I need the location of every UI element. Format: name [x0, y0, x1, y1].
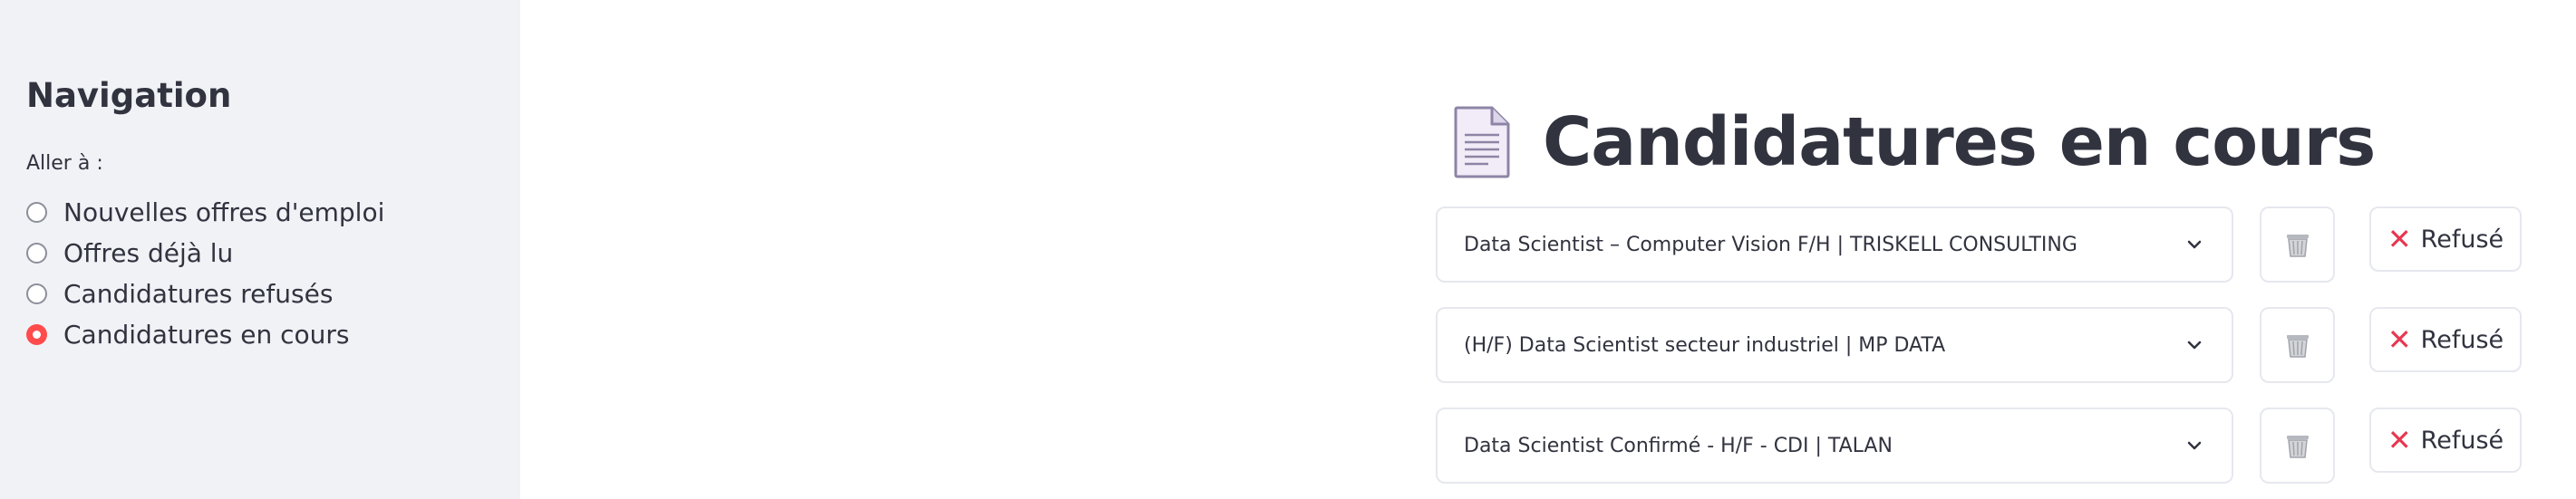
wastebasket-icon — [2286, 235, 2309, 257]
sidebar: Navigation Aller à : Nouvelles offres d'… — [0, 0, 520, 499]
refuse-button[interactable]: ✕ Refusé — [2369, 206, 2522, 272]
application-row: Data Scientist – Computer Vision F/H | T… — [1436, 206, 2567, 283]
delete-button[interactable] — [2260, 307, 2335, 383]
application-row: Data Scientist Confirmé - H/F - CDI | TA… — [1436, 408, 2567, 484]
radio-circle-selected-icon[interactable] — [26, 324, 47, 345]
radio-option-nouvelles-offres[interactable]: Nouvelles offres d'emploi — [26, 192, 384, 233]
refuse-button-label: Refusé — [2420, 325, 2504, 354]
radio-circle-icon[interactable] — [26, 283, 47, 304]
wastebasket-icon — [2286, 436, 2309, 458]
radio-option-label: Offres déjà lu — [63, 238, 234, 268]
radio-group-label: Aller à : — [26, 152, 103, 175]
chevron-down-icon — [2187, 240, 2202, 249]
cross-mark-icon: ✕ — [2387, 423, 2412, 457]
sidebar-title: Navigation — [26, 76, 232, 115]
radio-option-label: Candidatures refusés — [63, 279, 334, 309]
radio-option-offres-deja-lu[interactable]: Offres déjà lu — [26, 233, 384, 273]
refuse-button[interactable]: ✕ Refusé — [2369, 307, 2522, 372]
radio-option-label: Nouvelles offres d'emploi — [63, 197, 385, 227]
refuse-button-label: Refusé — [2420, 426, 2504, 455]
applications-list: Data Scientist – Computer Vision F/H | T… — [1436, 206, 2567, 499]
chevron-down-icon — [2187, 341, 2202, 350]
cross-mark-icon: ✕ — [2387, 222, 2412, 256]
application-expander[interactable]: Data Scientist – Computer Vision F/H | T… — [1436, 206, 2233, 283]
delete-button[interactable] — [2260, 206, 2335, 283]
refuse-button[interactable]: ✕ Refusé — [2369, 408, 2522, 473]
application-title: Data Scientist – Computer Vision F/H | T… — [1464, 233, 2077, 256]
page-facing-up-icon — [1454, 106, 1510, 178]
wastebasket-icon — [2286, 335, 2309, 358]
application-title: Data Scientist Confirmé - H/F - CDI | TA… — [1464, 434, 1893, 457]
application-row: (H/F) Data Scientist secteur industriel … — [1436, 307, 2567, 383]
page-header: Candidatures en cours — [1454, 101, 2376, 183]
cross-mark-icon: ✕ — [2387, 322, 2412, 357]
radio-option-candidatures-refuses[interactable]: Candidatures refusés — [26, 273, 384, 314]
application-title: (H/F) Data Scientist secteur industriel … — [1464, 333, 1946, 357]
radio-circle-icon[interactable] — [26, 202, 47, 223]
application-expander[interactable]: Data Scientist Confirmé - H/F - CDI | TA… — [1436, 408, 2233, 484]
delete-button[interactable] — [2260, 408, 2335, 484]
page-title: Candidatures en cours — [1543, 103, 2376, 181]
radio-option-label: Candidatures en cours — [63, 320, 350, 350]
radio-circle-icon[interactable] — [26, 243, 47, 264]
refuse-button-label: Refusé — [2420, 225, 2504, 254]
chevron-down-icon — [2187, 441, 2202, 450]
radio-option-candidatures-en-cours[interactable]: Candidatures en cours — [26, 314, 384, 355]
application-expander[interactable]: (H/F) Data Scientist secteur industriel … — [1436, 307, 2233, 383]
main-content: Candidatures en cours Data Scientist – C… — [520, 0, 2576, 499]
app: Navigation Aller à : Nouvelles offres d'… — [0, 0, 2576, 499]
navigation-radio-group: Nouvelles offres d'emploi Offres déjà lu… — [26, 192, 384, 355]
